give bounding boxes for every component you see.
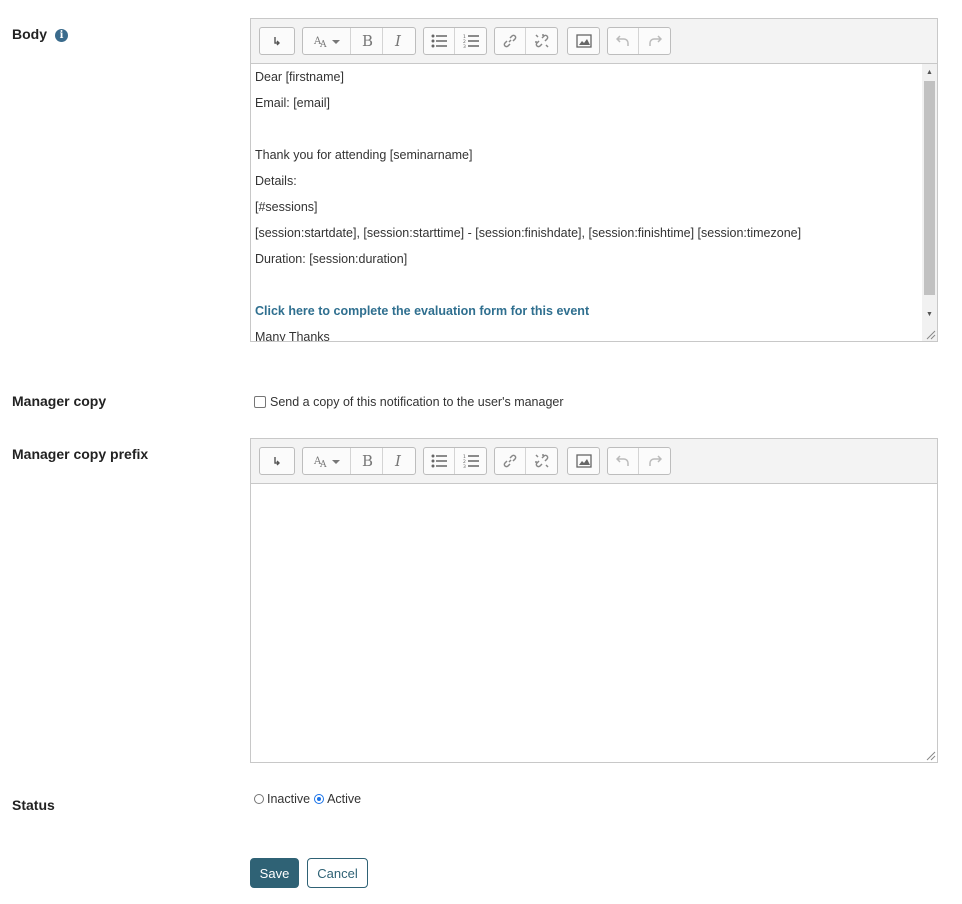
- info-icon[interactable]: i: [55, 29, 68, 42]
- bullet-list-icon[interactable]: [424, 448, 455, 474]
- body-editor-toolbar: AA B I 123: [251, 19, 937, 64]
- svg-text:I: I: [394, 33, 402, 49]
- body-line: Many Thanks: [255, 330, 330, 341]
- toolbar-group-links: [494, 447, 558, 475]
- body-line: Duration: [session:duration]: [255, 252, 408, 266]
- expand-toolbar-icon[interactable]: [260, 448, 294, 474]
- undo-icon[interactable]: [608, 448, 639, 474]
- toolbar-group-expand: [259, 447, 295, 475]
- font-size-icon[interactable]: AA: [303, 448, 351, 474]
- body-label: Body i: [12, 26, 68, 42]
- manager-copy-checkbox[interactable]: [254, 396, 266, 408]
- body-scrollbar[interactable]: ▲ ▼: [922, 64, 937, 341]
- body-line: Dear [firstname]: [255, 70, 344, 84]
- bullet-list-icon[interactable]: [424, 28, 455, 54]
- scroll-down-icon[interactable]: ▼: [922, 308, 937, 322]
- toolbar-group-format: AA B I: [302, 447, 416, 475]
- body-line: [#sessions]: [255, 200, 318, 214]
- toolbar-group-history: [607, 447, 671, 475]
- manager-copy-prefix-editor: AA B I 123: [250, 438, 938, 763]
- toolbar-group-history: [607, 27, 671, 55]
- svg-text:3: 3: [463, 44, 466, 48]
- manager-copy-row: Send a copy of this notification to the …: [254, 395, 564, 409]
- numbered-list-icon[interactable]: 123: [455, 448, 486, 474]
- unlink-icon[interactable]: [526, 448, 557, 474]
- resize-handle-icon[interactable]: [926, 330, 936, 340]
- scrollbar-thumb[interactable]: [924, 81, 935, 295]
- toolbar-group-media: [567, 27, 600, 55]
- status-active-radio[interactable]: [314, 794, 325, 804]
- toolbar-group-expand: [259, 27, 295, 55]
- status-inactive-label[interactable]: Inactive: [267, 792, 310, 806]
- body-line: [251, 116, 937, 142]
- evaluation-form-link[interactable]: Click here to complete the evaluation fo…: [251, 298, 937, 324]
- bold-icon[interactable]: B: [351, 28, 383, 54]
- toolbar-group-lists: 123: [423, 447, 487, 475]
- body-label-text: Body: [12, 26, 47, 42]
- toolbar-group-links: [494, 27, 558, 55]
- italic-icon[interactable]: I: [383, 448, 415, 474]
- save-button[interactable]: Save: [250, 858, 299, 888]
- status-active-label[interactable]: Active: [327, 792, 361, 806]
- toolbar-group-lists: 123: [423, 27, 487, 55]
- svg-text:B: B: [362, 453, 373, 469]
- status-radio-group: Inactive Active: [254, 792, 361, 806]
- link-icon[interactable]: [495, 28, 526, 54]
- unlink-icon[interactable]: [526, 28, 557, 54]
- manager-copy-prefix-label: Manager copy prefix: [12, 446, 149, 462]
- toolbar-group-format: AA B I: [302, 27, 416, 55]
- expand-toolbar-icon[interactable]: [260, 28, 294, 54]
- redo-icon[interactable]: [639, 448, 670, 474]
- image-icon[interactable]: [568, 448, 599, 474]
- body-line: [session:startdate], [session:starttime]…: [255, 226, 802, 240]
- svg-text:3: 3: [463, 464, 466, 468]
- numbered-list-icon[interactable]: 123: [455, 28, 486, 54]
- bold-icon[interactable]: B: [351, 448, 383, 474]
- svg-text:I: I: [394, 453, 402, 469]
- status-inactive-radio[interactable]: [254, 794, 264, 804]
- cancel-button[interactable]: Cancel: [307, 858, 368, 888]
- font-size-icon[interactable]: AA: [303, 28, 351, 54]
- italic-icon[interactable]: I: [383, 28, 415, 54]
- image-icon[interactable]: [568, 28, 599, 54]
- svg-text:B: B: [362, 33, 373, 49]
- body-line: Details:: [255, 174, 297, 188]
- prefix-editor-content[interactable]: [251, 484, 937, 762]
- svg-text:A: A: [319, 40, 327, 48]
- redo-icon[interactable]: [639, 28, 670, 54]
- status-label: Status: [12, 797, 55, 813]
- body-line: Thank you for attending [seminarname]: [255, 148, 473, 162]
- manager-copy-label: Manager copy: [12, 393, 107, 409]
- body-line: Email: [email]: [255, 96, 331, 110]
- toolbar-group-media: [567, 447, 600, 475]
- manager-copy-checkbox-label[interactable]: Send a copy of this notification to the …: [270, 395, 564, 409]
- body-line: [251, 272, 937, 298]
- svg-text:A: A: [319, 460, 327, 468]
- prefix-editor-toolbar: AA B I 123: [251, 439, 937, 484]
- link-icon[interactable]: [495, 448, 526, 474]
- undo-icon[interactable]: [608, 28, 639, 54]
- body-editor: AA B I 123 Dear [firstname] Email: [emai…: [250, 18, 938, 342]
- resize-handle-icon[interactable]: [926, 751, 936, 761]
- body-editor-content[interactable]: Dear [firstname] Email: [email] Thank yo…: [251, 64, 937, 341]
- scroll-up-icon[interactable]: ▲: [922, 66, 937, 80]
